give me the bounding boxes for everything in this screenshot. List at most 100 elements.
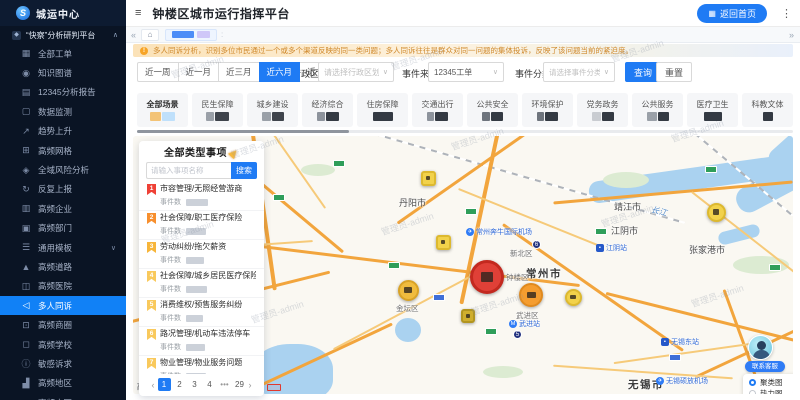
list-item[interactable]: 7物业管理/物业服务问题 事件数 xyxy=(139,356,264,374)
license-stamp xyxy=(267,384,281,391)
avatar xyxy=(757,341,766,350)
filter-bar: 近一周 近一月 近三月 近六月 近一年 行政区划 请选择行政区划 ∨ 事件来源 … xyxy=(126,58,800,88)
sidebar-item-hf-hospital[interactable]: ◫高频医院 xyxy=(0,277,126,296)
list-item[interactable]: 5消费维权/预售服务纠纷 事件数 xyxy=(139,298,264,327)
school-icon: ◻ xyxy=(21,339,31,350)
logo-text: 城运中心 xyxy=(36,6,80,21)
cluster-marker-yellow[interactable] xyxy=(436,235,451,250)
category-card[interactable]: 经济综合 xyxy=(302,93,353,127)
time-range-week[interactable]: 近一周 xyxy=(137,62,179,82)
map-label-district: 钟楼区 xyxy=(506,272,529,283)
region-select[interactable]: 请选择行政区划 ∨ xyxy=(318,62,394,82)
highway-shield xyxy=(669,354,681,361)
category-card[interactable]: 公共安全 xyxy=(467,93,518,127)
heat-layer-option[interactable]: 热力图 xyxy=(749,388,793,394)
tabs-scroll-right-icon[interactable]: » xyxy=(789,30,794,40)
sidebar-item-hf-department[interactable]: ▣高频部门 xyxy=(0,219,126,238)
sidebar-item-sensitive[interactable]: ⓘ敏感诉求 xyxy=(0,354,126,373)
category-card[interactable]: 民生保障 xyxy=(192,93,243,127)
menu-toggle-icon[interactable]: ≡ xyxy=(135,7,141,19)
category-card[interactable]: 城乡建设 xyxy=(247,93,298,127)
time-range-6months[interactable]: 近六月 xyxy=(259,62,301,82)
category-card[interactable]: 党务政务 xyxy=(577,93,628,127)
sidebar-item-hf-business[interactable]: ⊡高频商圈 xyxy=(0,315,126,334)
sidebar-item-grid-hotspot[interactable]: ⊞高频网格 xyxy=(0,141,126,160)
pointer-icon xyxy=(228,144,242,158)
source-select[interactable]: 12345工单 ∨ xyxy=(428,62,504,82)
search-button[interactable]: 搜索 xyxy=(231,162,257,179)
time-range-month[interactable]: 近一月 xyxy=(178,62,220,82)
sidebar-item-trend-up[interactable]: ↗趋势上升 xyxy=(0,122,126,141)
cluster-marker-yellow[interactable] xyxy=(565,289,582,306)
sidebar-item-risk-analysis[interactable]: ◈全域风险分析 xyxy=(0,160,126,179)
page-3[interactable]: 3 xyxy=(189,378,201,391)
sidebar-item-hf-region[interactable]: ▟高频地区 xyxy=(0,374,126,393)
redacted-count xyxy=(537,112,558,121)
chevron-down-icon: ∨ xyxy=(379,68,388,76)
scrollbar-thumb[interactable] xyxy=(137,130,349,133)
sidebar-item-hf-community[interactable]: ⌂高频小区 xyxy=(0,393,126,400)
trend-icon: ↗ xyxy=(21,126,31,137)
page-29[interactable]: 29 xyxy=(234,378,246,391)
transit-line-badge: 5 xyxy=(513,330,522,339)
category-card-all[interactable]: 全部场景 xyxy=(137,93,188,127)
map-label-river: 长江 xyxy=(650,204,668,219)
category-card[interactable]: 交通出行 xyxy=(412,93,463,127)
list-item[interactable]: 6路况管理/机动车违法停车 事件数 xyxy=(139,327,264,356)
prev-page-button[interactable]: ‹ xyxy=(152,380,155,390)
back-home-button[interactable]: ▦ 返回首页 xyxy=(697,4,767,23)
sidebar-item-hf-road[interactable]: ▲高频道路 xyxy=(0,257,126,276)
cluster-layer-option[interactable]: 聚类图 xyxy=(749,377,793,388)
highway-shield xyxy=(595,228,607,235)
type-select[interactable]: 请选择事件分类 ∨ xyxy=(543,62,615,82)
sidebar-item-hf-enterprise[interactable]: ▥高频企业 xyxy=(0,199,126,218)
cluster-marker-orange[interactable] xyxy=(519,283,543,307)
highway-shield xyxy=(465,208,477,215)
page-1[interactable]: 1 xyxy=(158,378,171,391)
sidebar-item-hf-school[interactable]: ◻高频学校 xyxy=(0,335,126,354)
list-item[interactable]: 3劳动纠纷/拖欠薪资 事件数 xyxy=(139,240,264,269)
home-tab[interactable]: ⌂ xyxy=(141,29,159,41)
redacted-count xyxy=(426,176,431,180)
redacted-count xyxy=(150,112,175,121)
sidebar-item-knowledge-graph[interactable]: ◉知识图谱 xyxy=(0,63,126,82)
list-item[interactable]: 4社会保障/城乡居民医疗保险 事件数 xyxy=(139,269,264,298)
category-card[interactable]: 住房保障 xyxy=(357,93,408,127)
notice-banner: ! 多人同诉分析，识别多位市民通过一个或多个渠道反映的同一类问题；多人同诉往往是… xyxy=(133,44,793,57)
page-ellipsis[interactable]: ••• xyxy=(219,378,231,391)
page-2[interactable]: 2 xyxy=(174,378,186,391)
category-card[interactable]: 公共服务 xyxy=(632,93,683,127)
next-page-button[interactable]: › xyxy=(249,380,252,390)
cluster-marker-amber[interactable] xyxy=(398,280,419,301)
list-item[interactable]: 1市容管理/无照经营游商 事件数 xyxy=(139,182,264,211)
more-menu-icon[interactable]: ⋮ xyxy=(781,7,792,20)
cluster-marker-yellow[interactable] xyxy=(707,203,726,222)
category-card[interactable]: 科教文体 xyxy=(742,93,793,127)
sidebar-item-12345-report[interactable]: ▤12345分析报告 xyxy=(0,83,126,102)
rank-badge: 3 xyxy=(147,242,156,253)
top-header: ≡ 钟楼区城市运行指挥平台 ▦ 返回首页 ⋮ xyxy=(126,0,800,27)
category-card[interactable]: 医疗卫生 xyxy=(687,93,738,127)
sidebar-item-repeat-report[interactable]: ↻反复上报 xyxy=(0,180,126,199)
time-range-3months[interactable]: 近三月 xyxy=(218,62,260,82)
tabs-scroll-left-icon[interactable]: « xyxy=(131,30,136,40)
redacted-count xyxy=(713,209,720,214)
sidebar-item-template[interactable]: ☰通用模板∨ xyxy=(0,238,126,257)
sidebar-item-all-orders[interactable]: ▦全部工单 xyxy=(0,44,126,63)
cluster-marker-red[interactable] xyxy=(470,260,504,294)
search-input[interactable] xyxy=(146,162,231,179)
redacted-count xyxy=(427,112,448,121)
contact-service-button[interactable]: 联系客服 xyxy=(745,361,785,372)
reset-button[interactable]: 重置 xyxy=(656,62,692,82)
cluster-marker-yellow[interactable] xyxy=(421,171,436,186)
page-4[interactable]: 4 xyxy=(204,378,216,391)
customer-service-avatar[interactable] xyxy=(748,335,773,360)
sidebar-item-multi-complaint[interactable]: ◁多人同诉 xyxy=(0,296,126,315)
sidebar-group-header[interactable]: ◆ “快察”分析研判平台 ∧ xyxy=(0,26,126,44)
cluster-marker-olive[interactable] xyxy=(461,309,475,323)
hospital-icon: ◫ xyxy=(21,281,31,292)
active-tab[interactable] xyxy=(165,29,217,41)
category-card[interactable]: 环境保护 xyxy=(522,93,573,127)
sidebar-item-data-monitor[interactable]: ▢数据监测 xyxy=(0,102,126,121)
list-item[interactable]: 2社会保障/职工医疗保险 事件数 xyxy=(139,211,264,240)
